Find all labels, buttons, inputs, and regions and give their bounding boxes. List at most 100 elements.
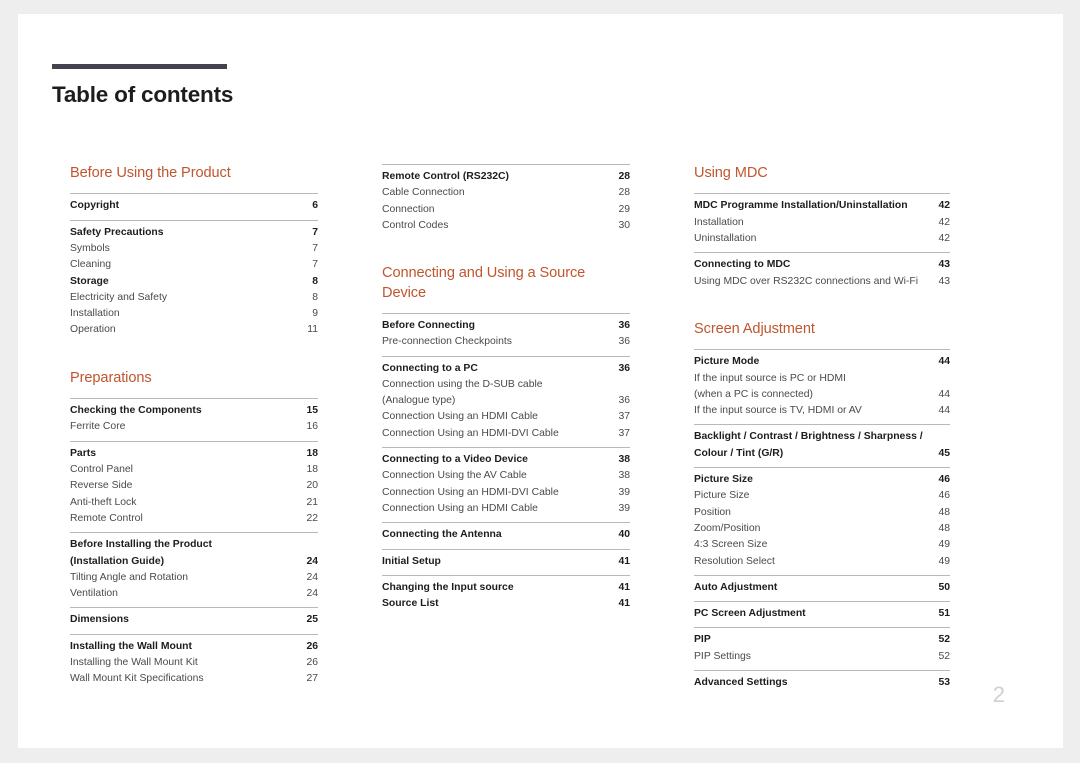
toc-column-1: Before Using the Product Copyright 6 Safety… [70, 164, 318, 734]
toc-entry-page-number: 29 [618, 203, 630, 215]
toc-entry[interactable]: Symbols 7 [70, 241, 318, 257]
toc-entry[interactable]: Wall Mount Kit Specifications 27 [70, 671, 318, 687]
toc-entry[interactable]: Connection Using an HDMI Cable 37 [382, 409, 630, 425]
toc-entry-heading[interactable]: Connecting to MDC 43 [694, 257, 950, 273]
toc-entry-heading[interactable]: Checking the Components 15 [70, 403, 318, 419]
toc-entry-label: Installing the Wall Mount [70, 640, 192, 652]
toc-entry[interactable]: Remote Control 22 [70, 511, 318, 527]
toc-entry[interactable]: (Analogue type) 36 [382, 393, 630, 409]
toc-group: Advanced Settings 53 [694, 670, 950, 691]
toc-entry-heading[interactable]: Parts 18 [70, 446, 318, 462]
toc-entry-label: Tilting Angle and Rotation [70, 571, 189, 583]
toc-entry[interactable]: Installation 9 [70, 306, 318, 322]
toc-entry-page-number: 20 [306, 480, 318, 492]
toc-entry[interactable]: Zoom/Position 48 [694, 521, 950, 537]
toc-entry-heading[interactable]: Remote Control (RS232C) 28 [382, 169, 630, 185]
toc-entry[interactable]: Connection Using the AV Cable 38 [382, 468, 630, 484]
toc-entry-page-number: 7 [312, 259, 318, 271]
toc-entry[interactable]: Connection 29 [382, 202, 630, 218]
toc-entry[interactable]: Picture Size 46 [694, 488, 950, 504]
toc-entry[interactable]: Using MDC over RS232C connections and Wi… [694, 274, 950, 290]
toc-entry[interactable]: Installing the Wall Mount Kit 26 [70, 655, 318, 671]
toc-entry[interactable]: Cleaning 7 [70, 257, 318, 273]
section-heading[interactable]: Connecting and Using a Source Device [382, 264, 630, 303]
toc-entry-label: Connection [382, 203, 435, 215]
toc-entry-label: Installation [70, 308, 120, 320]
toc-group: Connecting the Antenna 40 [382, 522, 630, 548]
toc-entry-heading[interactable]: Copyright 6 [70, 198, 318, 214]
toc-entry-heading[interactable]: Auto Adjustment 50 [694, 580, 950, 596]
toc-entry-heading[interactable]: Picture Size 46 [694, 472, 950, 488]
page-number: 2 [992, 682, 1005, 707]
toc-entry-heading[interactable]: Connecting to a Video Device 38 [382, 452, 630, 468]
section-heading[interactable]: Preparations [70, 369, 318, 388]
toc-entry-page-number: 42 [938, 233, 950, 244]
toc-entry[interactable]: 4:3 Screen Size 49 [694, 537, 950, 553]
section-heading[interactable]: Screen Adjustment [694, 320, 950, 339]
toc-entry-heading[interactable]: (Installation Guide) 24 [70, 554, 318, 570]
toc-entry-heading[interactable]: MDC Programme Installation/Uninstallatio… [694, 198, 950, 214]
toc-entry-heading[interactable]: PIP 52 [694, 632, 950, 648]
toc-entry[interactable]: Connection Using an HDMI Cable 39 [382, 501, 630, 517]
toc-entry-page-number: 52 [938, 634, 950, 646]
toc-columns: Before Using the Product Copyright 6 Safety… [70, 164, 1035, 734]
toc-entry-heading[interactable]: Backlight / Contrast / Brightness / Shar… [694, 429, 950, 445]
toc-entry-heading[interactable]: PC Screen Adjustment 51 [694, 606, 950, 622]
toc-entry-label: Picture Size [694, 474, 753, 486]
toc-entry-heading[interactable]: Dimensions 25 [70, 612, 318, 628]
toc-entry-label: PC Screen Adjustment [694, 608, 806, 620]
toc-entry[interactable]: Ferrite Core 16 [70, 419, 318, 435]
toc-entry-page-number: 6 [312, 200, 318, 212]
toc-entry[interactable]: Position 48 [694, 505, 950, 521]
toc-entry-heading[interactable]: Before Connecting 36 [382, 318, 630, 334]
toc-entry[interactable]: Anti-theft Lock 21 [70, 495, 318, 511]
toc-entry-heading[interactable]: Connecting to a PC 36 [382, 361, 630, 377]
toc-entry-label: Source List [382, 598, 439, 610]
toc-entry-heading[interactable]: Connecting the Antenna 40 [382, 527, 630, 543]
toc-entry[interactable]: Installation 42 [694, 215, 950, 231]
toc-entry-label: Control Codes [382, 219, 449, 231]
toc-entry-heading[interactable]: Initial Setup 41 [382, 554, 630, 570]
toc-entry[interactable]: Connection using the D-SUB cable [382, 377, 630, 393]
toc-entry[interactable]: Connection Using an HDMI-DVI Cable 39 [382, 485, 630, 501]
toc-entry-label: Before Connecting [382, 320, 475, 331]
toc-entry-label: Initial Setup [382, 555, 441, 567]
toc-entry-heading[interactable]: Source List 41 [382, 596, 630, 612]
toc-entry[interactable]: Control Panel 18 [70, 462, 318, 478]
toc-entry[interactable]: PIP Settings 52 [694, 649, 950, 665]
toc-entry[interactable]: Pre-connection Checkpoints 36 [382, 334, 630, 350]
toc-entry[interactable]: If the input source is TV, HDMI or AV 44 [694, 403, 950, 419]
toc-entry[interactable]: Electricity and Safety 8 [70, 290, 318, 306]
toc-entry[interactable]: If the input source is PC or HDMI [694, 371, 950, 387]
toc-entry-page-number: 36 [618, 395, 630, 407]
toc-entry[interactable]: Resolution Select 49 [694, 554, 950, 570]
section-heading[interactable]: Using MDC [694, 164, 950, 183]
toc-entry-heading[interactable]: Safety Precautions 7 [70, 225, 318, 241]
toc-entry[interactable]: Uninstallation 42 [694, 231, 950, 247]
toc-entry[interactable]: Ventilation 24 [70, 586, 318, 602]
toc-group: Before Connecting 36 Pre-connection Checkp… [382, 313, 630, 356]
toc-entry-heading[interactable]: Changing the Input source 41 [382, 580, 630, 596]
toc-entry[interactable]: Connection Using an HDMI-DVI Cable 37 [382, 426, 630, 442]
toc-entry-heading[interactable]: Installing the Wall Mount 26 [70, 639, 318, 655]
toc-entry[interactable]: (when a PC is connected) 44 [694, 387, 950, 403]
toc-entry-page-number: 36 [618, 336, 630, 348]
toc-entry[interactable]: Cable Connection 28 [382, 185, 630, 201]
toc-entry-page-number: 18 [306, 447, 318, 459]
toc-entry[interactable]: Tilting Angle and Rotation 24 [70, 570, 318, 586]
toc-group: Installing the Wall Mount 26 Installing th… [70, 633, 318, 688]
toc-entry-label: Symbols [70, 243, 110, 254]
toc-entry[interactable]: Reverse Side 20 [70, 478, 318, 494]
toc-entry[interactable]: Operation 11 [70, 322, 318, 338]
toc-entry-heading[interactable]: Picture Mode 44 [694, 354, 950, 370]
toc-entry[interactable]: Control Codes 30 [382, 218, 630, 234]
toc-section: Remote Control (RS232C) 28 Cable Connectio… [382, 164, 630, 234]
section-heading[interactable]: Before Using the Product [70, 164, 318, 183]
toc-entry-heading[interactable]: Advanced Settings 53 [694, 675, 950, 691]
toc-entry-page-number: 52 [938, 650, 950, 662]
toc-group: Connecting to a PC 36 Connection using the… [382, 355, 630, 447]
toc-entry-heading[interactable]: Before Installing the Product [70, 537, 318, 553]
toc-entry-heading[interactable]: Colour / Tint (G/R) 45 [694, 446, 950, 462]
toc-entry-heading[interactable]: Storage 8 [70, 274, 318, 290]
toc-entry-label: MDC Programme Installation/Uninstallatio… [694, 200, 908, 212]
